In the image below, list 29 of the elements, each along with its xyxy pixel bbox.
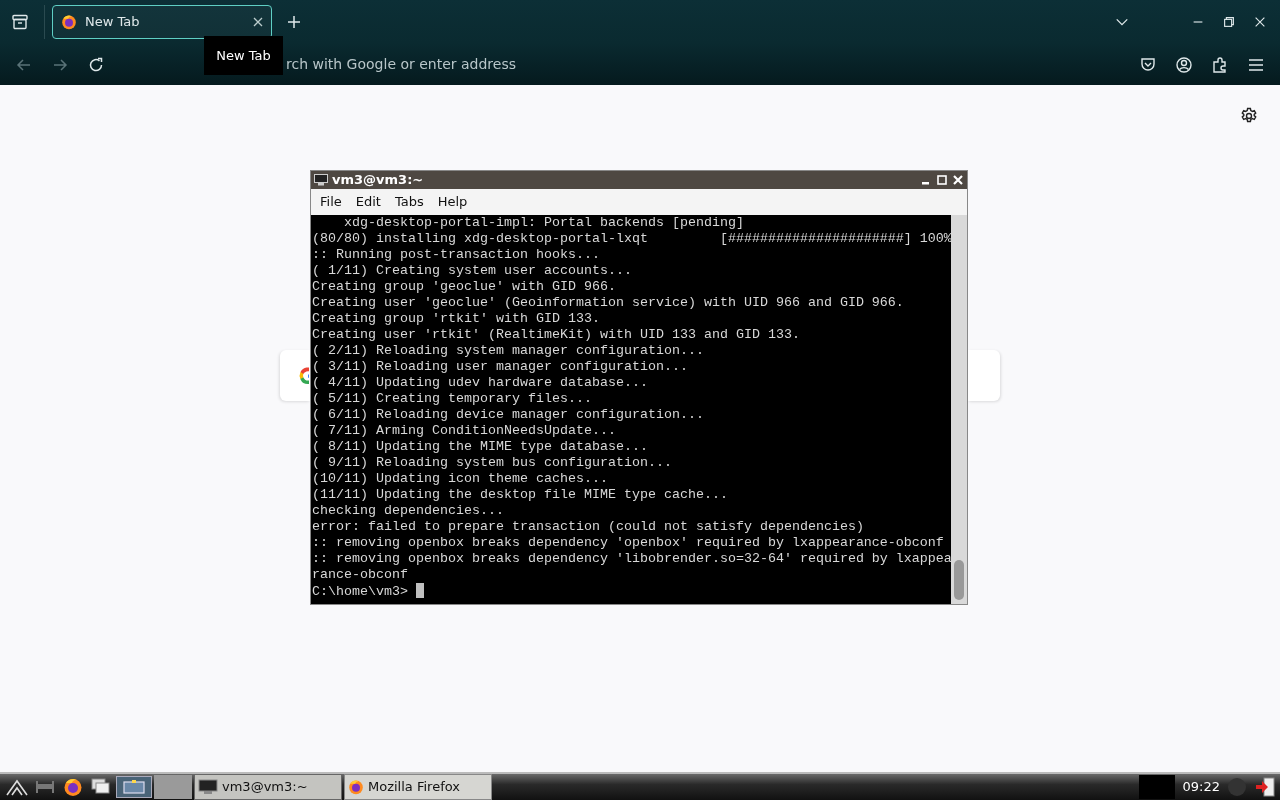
- taskbar-spacer: [154, 775, 192, 799]
- status-icon: [1228, 778, 1246, 796]
- maximize-icon[interactable]: [936, 174, 948, 186]
- settings-icon[interactable]: [1240, 107, 1258, 125]
- menu-item[interactable]: File: [313, 192, 349, 212]
- window-title: vm3@vm3:~: [332, 171, 425, 190]
- taskbar-button[interactable]: Mozilla Firefox: [344, 774, 492, 800]
- browser-tab[interactable]: New Tab: [52, 5, 272, 39]
- menu-item[interactable]: Tabs: [387, 192, 431, 212]
- monitor-icon: [314, 174, 328, 186]
- firefox-icon: [61, 14, 77, 30]
- tray-applet: [1138, 775, 1175, 799]
- monitor-icon: [198, 779, 218, 795]
- scrollbar-thumb[interactable]: [954, 560, 964, 600]
- logout-icon[interactable]: [1254, 776, 1276, 798]
- tooltip: New Tab: [204, 36, 283, 75]
- menu-item[interactable]: Help: [430, 192, 475, 212]
- terminal-output: xdg-desktop-portal-impl: Portal backends [pending] (80/80) installing xdg-desktop-portal-lxqt [######################] 100% :: Running post-transaction hooks... ( 1/11) Creating system user accounts... Creating group 'geoclue' with GID 966. Creating user 'geoclue' (Geoinformation service) with UID 966 and GID 966. Creating group 'rtkit' with GID 133. Creating user 'rtkit' (RealtimeKit) with UID 133 and GID 133. ( 2/11) Reloading system manager configuration... ( 3/11) Reloading user manager configuration... ( 4/11) Updating udev hardware database... ( 5/11) Creating temporary files... ( 6/11) Reloading device manager configuration... ( 7/11) Arming ConditionNeedsUpdate... ( 8/11) Updating the MIME type database... ( 9/11) Reloading system bus configuration... (10/11) Updating icon theme caches... (11/11) Updating the desktop file MIME type cache... checking dependencies... error: failed to prepare transaction (could not satisfy dependencies) :: removing openbox breaks dependency 'openbox' required by lxappearance-obconf :: removing openbox breaks dependency 'libobrender.so=32-64' required by lxappea rance-obconf C:\home\vm3>: [311, 215, 951, 601]
- address-field[interactable]: rch with Google or enter address: [286, 48, 1134, 81]
- scrollbar[interactable]: [951, 215, 967, 604]
- google-icon: [298, 365, 309, 386]
- close-icon[interactable]: [253, 17, 263, 27]
- taskbar-button[interactable]: vm3@vm3:~: [194, 774, 342, 800]
- clock: 09:22: [1182, 778, 1220, 797]
- firefox-icon: [348, 779, 364, 795]
- search-box[interactable]: [280, 350, 310, 401]
- prompt-text: C:\home\vm3>: [312, 584, 408, 599]
- menu-item[interactable]: Edit: [348, 192, 388, 212]
- text-cursor: [416, 583, 424, 598]
